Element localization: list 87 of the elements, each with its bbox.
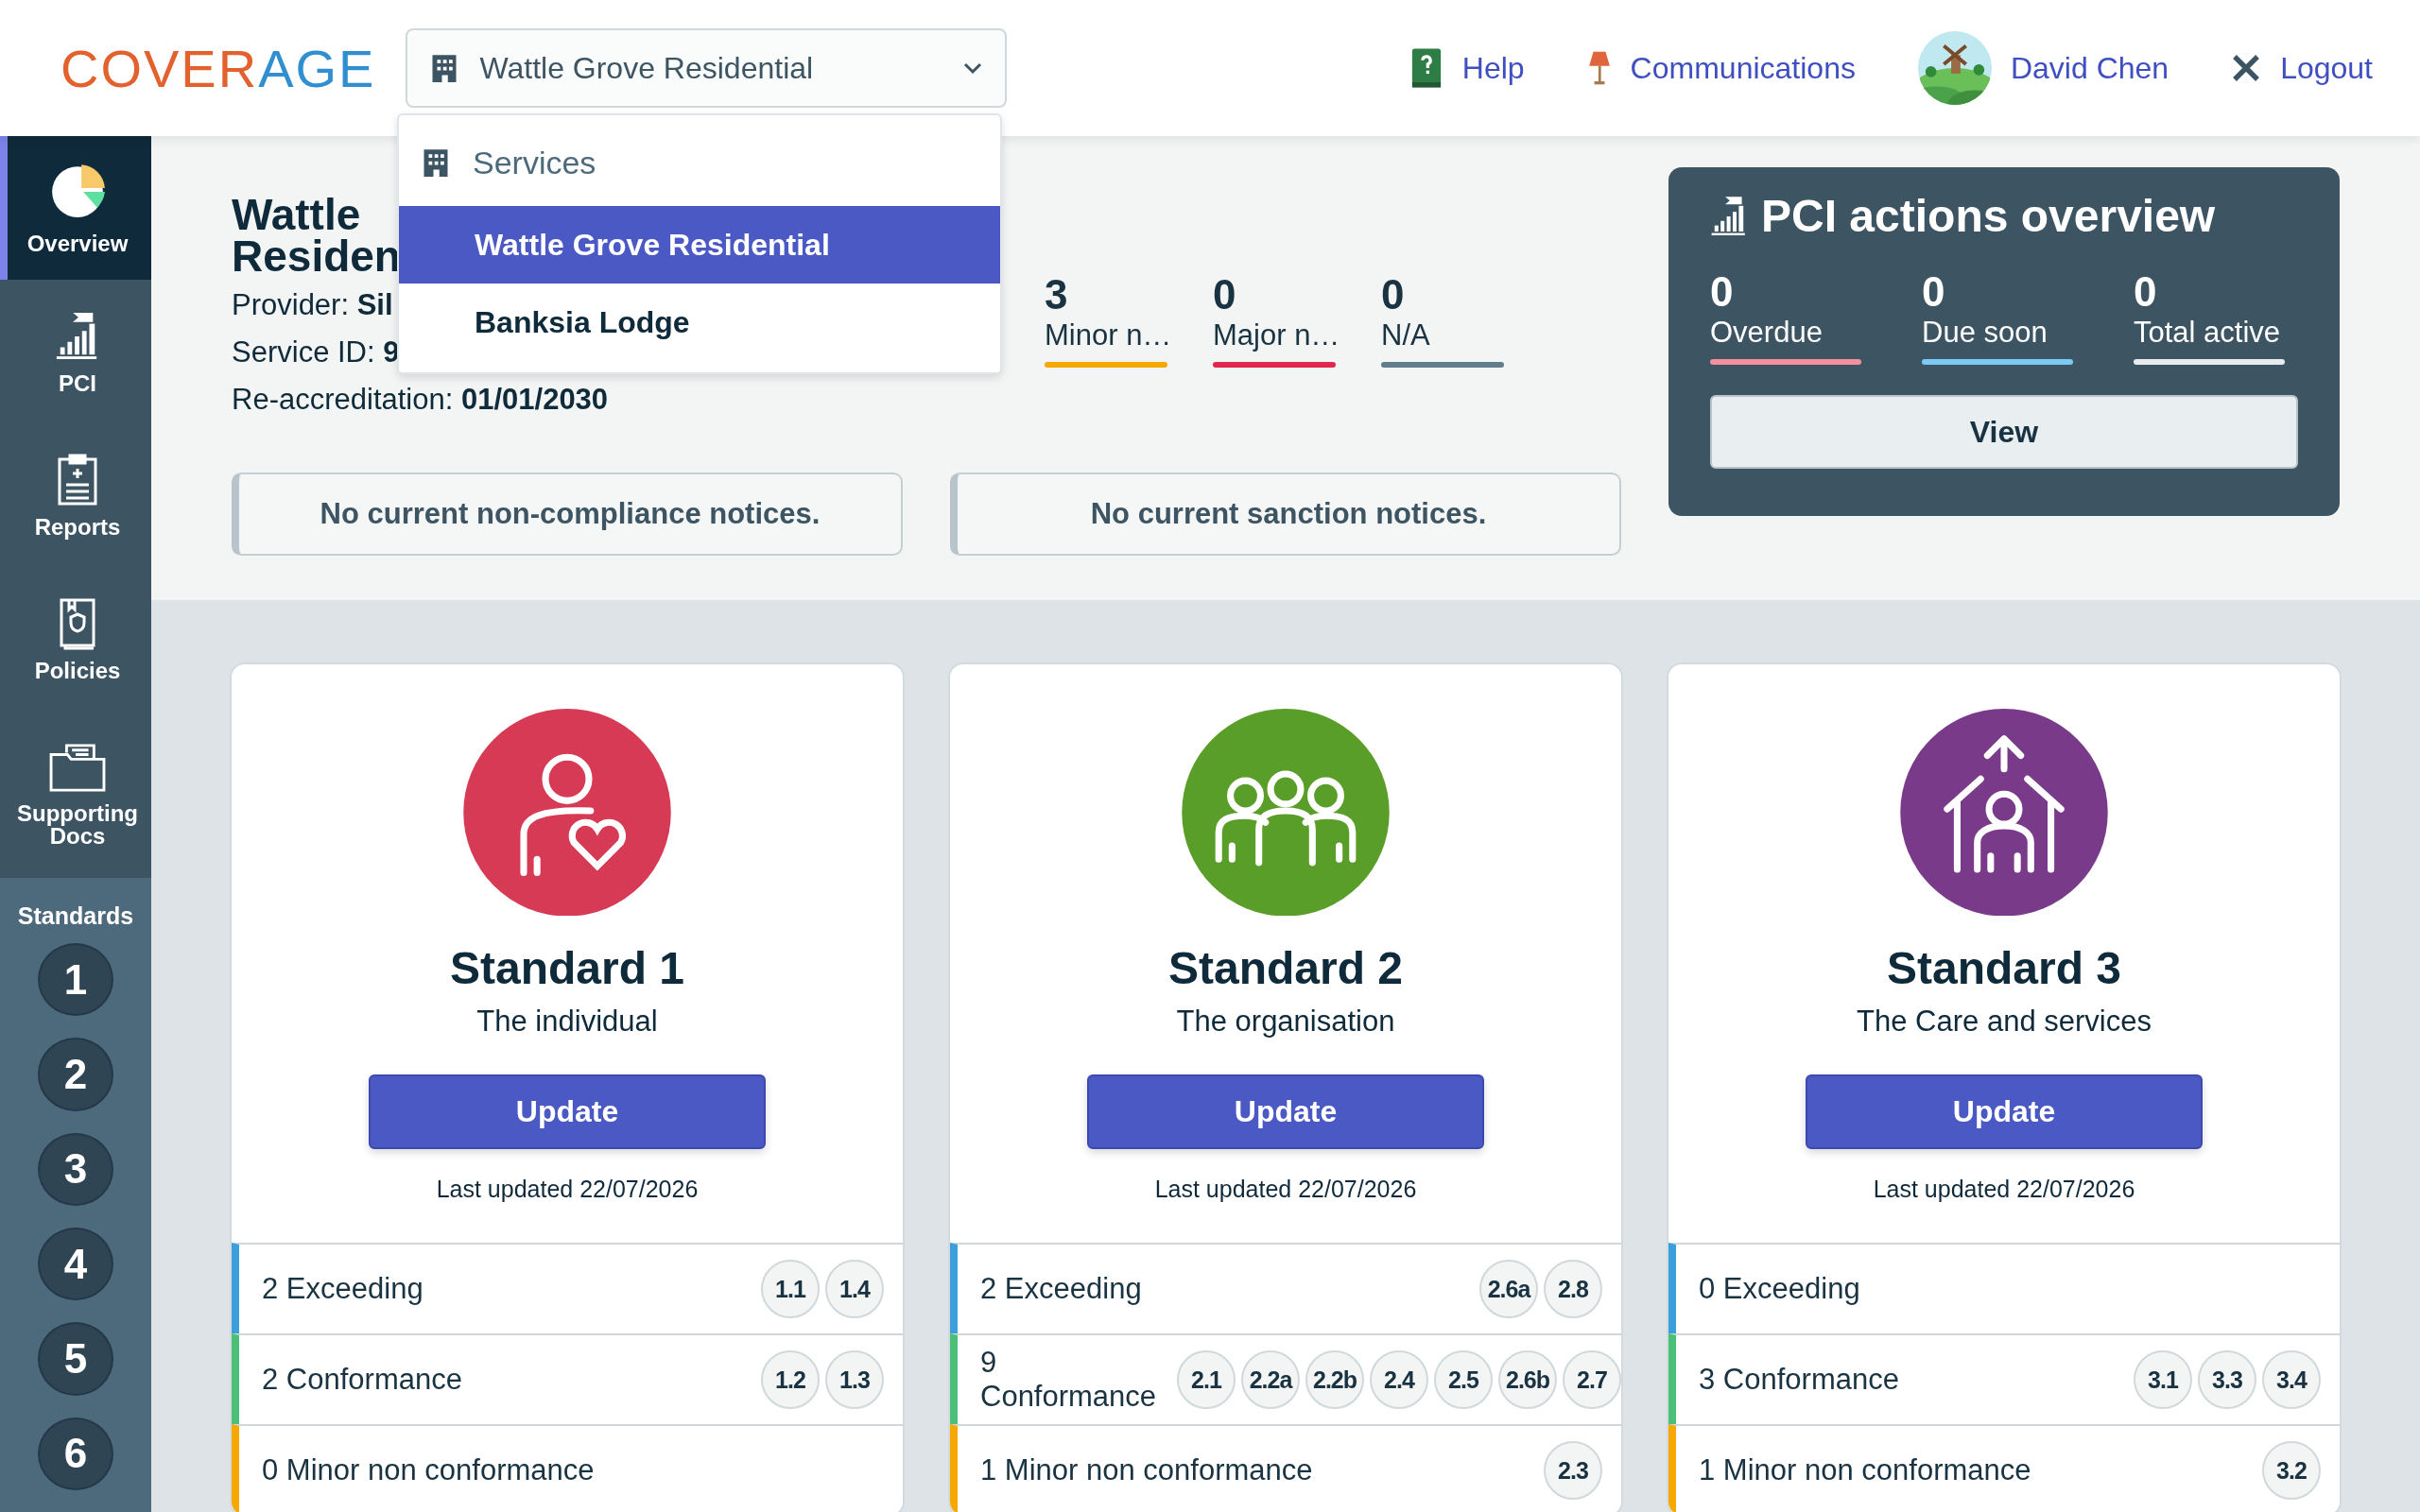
count-value: 0 [2134,270,2158,314]
nav-item[interactable]: Reports [0,423,151,569]
count-label: Overdue [1710,315,1824,351]
service-title: Wattle [232,194,361,235]
menu-heading: Services [473,144,596,181]
requirement-chip[interactable]: 2.2a [1241,1350,1300,1409]
requirement-chip[interactable]: 3.1 [2134,1350,2192,1409]
logo: COVERAGE [60,37,376,99]
requirement-chip[interactable]: 2.7 [1563,1350,1621,1409]
building-icon [430,54,459,82]
nav-item[interactable]: PCI [0,280,151,424]
update-button[interactable]: Update [1087,1074,1484,1149]
lamp-icon [1586,49,1612,87]
communications-link[interactable]: Communications [1586,49,1856,87]
row-label: 1 Minor non conformance [1699,1453,2032,1487]
last-updated-text: Last updated 22/07/2026 [1873,1176,2135,1203]
row-label: 1 Minor non conformance [980,1453,1314,1487]
count-label: Due soon [1922,315,2048,351]
folder-icon [48,742,107,794]
update-button[interactable]: Update [1806,1074,2203,1149]
nav-item[interactable]: Policies [0,568,151,713]
service-select[interactable]: Wattle Grove Residential [406,28,1008,108]
last-updated-text: Last updated 22/07/2026 [1154,1176,1417,1203]
panel-title: PCI actions overview [1761,190,2216,242]
standard-nav-button[interactable]: 5 [38,1322,113,1396]
requirement-chip[interactable]: 2.6b [1498,1350,1557,1409]
requirement-chip[interactable]: 1.2 [761,1350,820,1409]
help-link[interactable]: Help [1409,47,1525,89]
requirement-chip[interactable]: 1.3 [825,1350,884,1409]
row-label: 3 Conformance [1699,1363,1900,1397]
count-label: Total active [2134,315,2282,351]
requirement-chip[interactable]: 3.3 [2198,1350,2256,1409]
menu-option[interactable]: Wattle Grove Residential [399,206,1000,284]
clipboard-icon [57,454,98,507]
nav-item[interactable]: Overview [0,136,151,281]
requirement-chip[interactable]: 2.6a [1479,1260,1538,1318]
logout-link[interactable]: Logout [2231,50,2373,86]
close-icon [2231,53,2262,83]
requirement-chip[interactable]: 2.1 [1177,1350,1236,1409]
requirement-chip[interactable]: 2.5 [1434,1350,1493,1409]
requirement-chip[interactable]: 3.2 [2262,1441,2321,1500]
card-subtitle: The Care and services [1857,1004,2152,1040]
row-label: 0 Exceeding [1699,1272,1861,1306]
row-label: 2 Conformance [262,1363,463,1397]
count-value: 0 [1710,270,1735,314]
standard-nav-button[interactable]: 3 [38,1132,113,1207]
detail-text: Re-accreditation: 01/01/2030 [232,382,609,418]
menu-option[interactable]: Banksia Lodge [399,284,1000,361]
detail-text: Provider: Sil [232,287,393,323]
requirement-chip[interactable]: 2.2b [1305,1350,1364,1409]
row-label: 9 Conformance [980,1346,1158,1414]
building-icon [422,148,450,177]
count-label: Major n… [1213,318,1336,353]
update-button[interactable]: Update [369,1074,766,1149]
standard-nav-button[interactable]: 4 [38,1228,113,1301]
card-title: Standard 2 [1167,942,1404,996]
requirement-chip[interactable]: 1.1 [761,1260,820,1318]
count-value: 0 [1213,273,1237,317]
requirement-chip[interactable]: 3.4 [2262,1350,2321,1409]
requirement-chip[interactable]: 2.4 [1370,1350,1428,1409]
card-title: Standard 1 [449,942,685,996]
standard-nav-button[interactable]: 6 [38,1417,113,1491]
row-label: 2 Exceeding [262,1272,424,1306]
nav-item[interactable]: Supporting Docs [0,712,151,879]
standard-nav-button[interactable]: 2 [38,1038,113,1111]
count-label: N/A [1381,318,1431,353]
last-updated-text: Last updated 22/07/2026 [436,1176,699,1203]
card-title: Standard 3 [1886,942,2122,996]
requirement-chip[interactable]: 1.4 [825,1260,884,1318]
count-value: 0 [1381,273,1406,317]
card-subtitle: The individual [476,1004,658,1040]
signal-bars-icon [1710,194,1748,238]
count-value: 0 [1922,270,1946,314]
notice-box: No current sanction notices. [950,472,1621,556]
row-label: 0 Minor non conformance [262,1453,596,1487]
card-subtitle: The organisation [1176,1004,1395,1040]
service-title: Residen [232,235,401,277]
count-label: Minor n… [1045,318,1167,353]
requirement-chip[interactable]: 2.3 [1544,1441,1602,1500]
notice-box: No current non-compliance notices. [232,472,903,556]
standard-nav-button[interactable]: 1 [38,943,113,1017]
section-heading: Standards [16,902,135,931]
user-link[interactable]: David Chen [1917,31,2169,105]
view-button[interactable]: View [1710,395,2298,469]
row-label: 2 Exceeding [980,1272,1143,1306]
count-value: 3 [1045,273,1069,317]
requirement-chip[interactable]: 2.8 [1544,1260,1602,1318]
